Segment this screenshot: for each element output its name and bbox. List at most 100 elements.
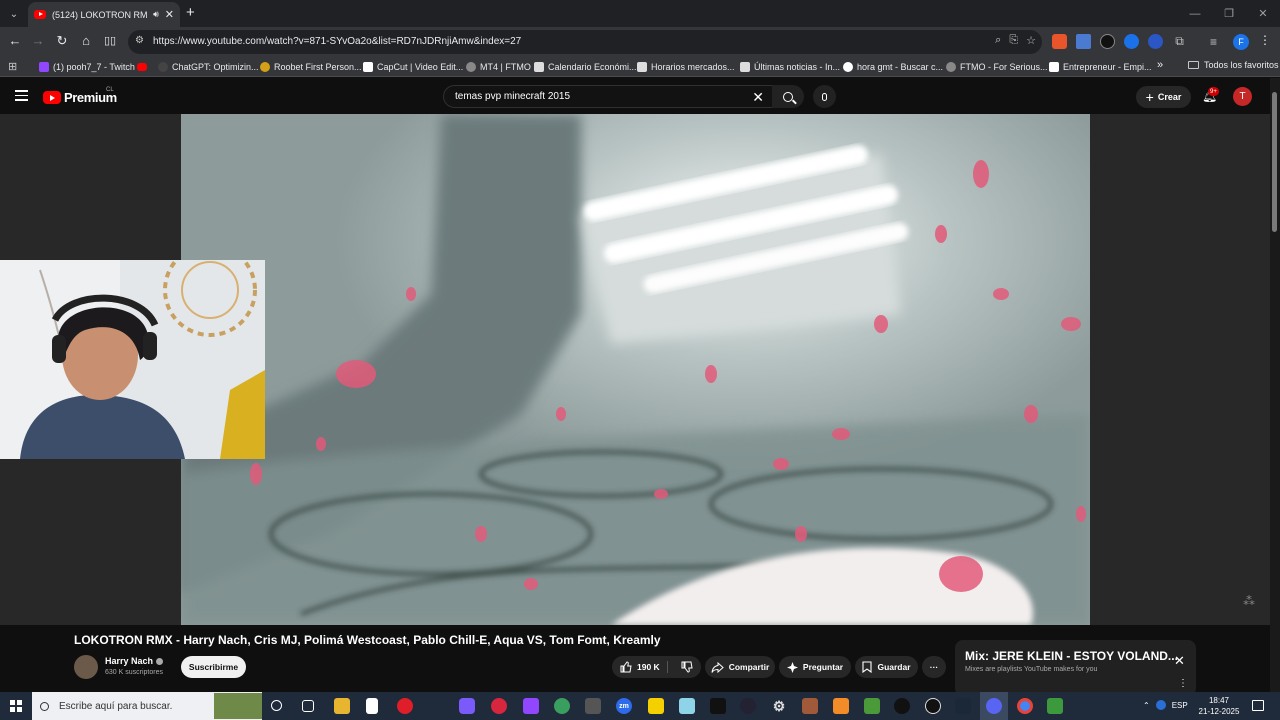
windows-start-icon[interactable] bbox=[10, 700, 22, 712]
address-bar[interactable]: ⚙︎ https://www.youtube.com/watch?v=871-S… bbox=[128, 30, 1042, 54]
mix-title[interactable]: Mix: JERE KLEIN - ESTOY VOLAND... bbox=[965, 649, 1178, 663]
file-explorer-icon[interactable] bbox=[334, 698, 350, 714]
steam-icon[interactable] bbox=[955, 698, 971, 714]
reading-mode-icon[interactable]: ▯▯ bbox=[101, 34, 119, 47]
reload-button[interactable]: ↻ bbox=[53, 33, 71, 49]
extension-dark-icon[interactable] bbox=[1100, 34, 1115, 49]
more-actions-button[interactable]: ··· bbox=[922, 656, 946, 678]
discord-icon[interactable] bbox=[986, 698, 1002, 714]
ask-button[interactable]: Preguntar bbox=[779, 656, 851, 678]
language-indicator[interactable]: ESP bbox=[1172, 701, 1188, 710]
zoom-icon[interactable]: ⌕ bbox=[995, 34, 1001, 47]
app-red-icon[interactable] bbox=[491, 698, 507, 714]
copilot-icon[interactable] bbox=[459, 698, 475, 714]
chrome-menu-icon[interactable]: ⋮ bbox=[1259, 33, 1271, 47]
bookmark-item[interactable]: MT4 | FTMO bbox=[466, 60, 531, 74]
user-avatar[interactable]: T bbox=[1233, 87, 1252, 106]
sticky-notes-icon[interactable] bbox=[648, 698, 664, 714]
tab-close-icon[interactable]: ✕ bbox=[165, 8, 174, 21]
tiktok-icon[interactable] bbox=[894, 698, 910, 714]
app-dark-icon[interactable] bbox=[740, 698, 756, 714]
bookmark-item[interactable]: Horarios mercados... bbox=[637, 60, 735, 74]
profile-avatar[interactable]: F bbox=[1233, 34, 1249, 50]
twitch-icon[interactable] bbox=[523, 698, 539, 714]
notepad-icon[interactable] bbox=[366, 698, 378, 714]
extension-blue-icon[interactable] bbox=[1124, 34, 1139, 49]
channel-name[interactable]: Harry Nach bbox=[105, 656, 164, 666]
bookmark-item[interactable]: Últimas noticias - In... bbox=[740, 60, 840, 74]
extensions-puzzle-icon[interactable]: ⧉ bbox=[1172, 34, 1187, 49]
search-input-value[interactable]: temas pvp minecraft 2015 bbox=[455, 91, 570, 102]
address-bar-url[interactable]: https://www.youtube.com/watch?v=871-SYvO… bbox=[153, 36, 521, 47]
app-gray-icon[interactable] bbox=[585, 698, 601, 714]
minecraft-icon[interactable] bbox=[864, 698, 880, 714]
clear-search-icon[interactable]: ✕ bbox=[752, 89, 764, 106]
hamburger-menu-icon[interactable] bbox=[15, 90, 28, 104]
minimize-button[interactable]: — bbox=[1178, 0, 1212, 27]
app-circle-icon[interactable] bbox=[925, 698, 941, 714]
back-button[interactable]: ← bbox=[6, 33, 24, 48]
taskbar-search[interactable]: Escribe aquí para buscar. bbox=[32, 692, 262, 720]
save-button[interactable]: Guardar bbox=[855, 656, 918, 678]
bookmark-item[interactable] bbox=[137, 60, 147, 74]
like-button[interactable]: 190 K bbox=[620, 661, 660, 673]
bookmark-item[interactable]: ChatGPT: Optimizin... bbox=[158, 60, 259, 74]
dislike-button[interactable] bbox=[681, 661, 693, 673]
zoom-app-icon[interactable]: zm bbox=[616, 698, 632, 714]
speaker-icon[interactable]: 🔊︎ bbox=[153, 9, 159, 20]
forward-button[interactable]: → bbox=[29, 33, 47, 48]
page-scrollbar-thumb[interactable] bbox=[1272, 92, 1277, 232]
extension-translate-icon[interactable] bbox=[1076, 34, 1091, 49]
extension-vpn-icon[interactable] bbox=[1148, 34, 1163, 49]
browser-tab-youtube[interactable]: (5124) LOKOTRON RMX - H 🔊︎ ✕ bbox=[28, 2, 180, 27]
media-control-icon[interactable]: ≡ bbox=[1206, 34, 1221, 49]
bookmark-item[interactable]: Calendario Económi... bbox=[534, 60, 637, 74]
mix-playlist-card[interactable]: Mix: JERE KLEIN - ESTOY VOLAND... Mixes … bbox=[955, 640, 1196, 696]
bookmark-item[interactable]: CapCut | Video Edit... bbox=[363, 60, 463, 74]
search-input[interactable]: temas pvp minecraft 2015 ✕ bbox=[443, 85, 773, 108]
tray-chevron-icon[interactable]: ⌃ bbox=[1143, 701, 1150, 710]
bookmark-star-icon[interactable]: ☆ bbox=[1026, 34, 1036, 47]
app-brown-icon[interactable] bbox=[802, 698, 818, 714]
apps-grid-icon[interactable]: ⊞ bbox=[8, 60, 17, 73]
taskbar-clock[interactable]: 18:47 21-12-2025 bbox=[1196, 695, 1242, 717]
ambient-mode-icon[interactable]: ⁂ bbox=[1243, 594, 1255, 608]
bookmark-item[interactable]: Roobet First Person... bbox=[260, 60, 362, 74]
home-button[interactable]: ⌂ bbox=[77, 33, 95, 48]
share-button[interactable]: Compartir bbox=[705, 656, 775, 678]
cortana-icon[interactable] bbox=[271, 700, 282, 711]
subscribe-button[interactable]: Suscribirme bbox=[181, 656, 246, 678]
voice-search-button[interactable] bbox=[813, 85, 836, 108]
network-icon[interactable] bbox=[1155, 700, 1166, 710]
app-orange-icon[interactable] bbox=[833, 698, 849, 714]
all-bookmarks-button[interactable]: Todos los favoritos bbox=[1188, 60, 1279, 70]
app-light-blue-icon[interactable] bbox=[679, 698, 695, 714]
opera-icon[interactable] bbox=[397, 698, 413, 714]
channel-avatar[interactable] bbox=[74, 655, 98, 679]
bookmark-item[interactable]: Entrepreneur - Empi... bbox=[1049, 60, 1152, 74]
tab-search-chevron-icon[interactable]: ⌄ bbox=[4, 4, 24, 24]
close-window-button[interactable]: ✕ bbox=[1246, 0, 1280, 27]
install-app-icon[interactable]: ⎘ bbox=[1009, 34, 1018, 47]
page-scrollbar[interactable] bbox=[1270, 78, 1280, 692]
chrome-icon[interactable] bbox=[1017, 698, 1033, 714]
drive-icon[interactable] bbox=[554, 698, 570, 714]
new-tab-button[interactable]: + bbox=[186, 4, 195, 21]
bookmark-item[interactable]: (1) pooh7_7 - Twitch bbox=[39, 60, 135, 74]
site-info-icon[interactable]: ⚙︎ bbox=[135, 35, 144, 46]
capcut-icon[interactable] bbox=[710, 698, 726, 714]
bookmark-item[interactable]: FTMO - For Serious... bbox=[946, 60, 1048, 74]
restore-button[interactable]: ❐ bbox=[1212, 0, 1246, 27]
minecraft-launcher-icon[interactable] bbox=[1047, 698, 1063, 714]
bookmarks-overflow-button[interactable]: » bbox=[1157, 59, 1163, 71]
more-vertical-icon[interactable]: ⋮ bbox=[1178, 678, 1188, 689]
search-button[interactable] bbox=[772, 85, 804, 108]
task-view-icon[interactable] bbox=[302, 700, 314, 712]
create-button[interactable]: + Crear bbox=[1136, 86, 1191, 108]
notification-center-icon[interactable] bbox=[1252, 700, 1264, 711]
settings-gear-icon[interactable]: ⚙︎ bbox=[771, 698, 787, 714]
extension-fox-icon[interactable] bbox=[1052, 34, 1067, 49]
video-player[interactable] bbox=[181, 114, 1090, 625]
bookmark-item[interactable]: hora gmt - Buscar c... bbox=[843, 60, 943, 74]
close-icon[interactable]: ✕ bbox=[1174, 653, 1185, 669]
